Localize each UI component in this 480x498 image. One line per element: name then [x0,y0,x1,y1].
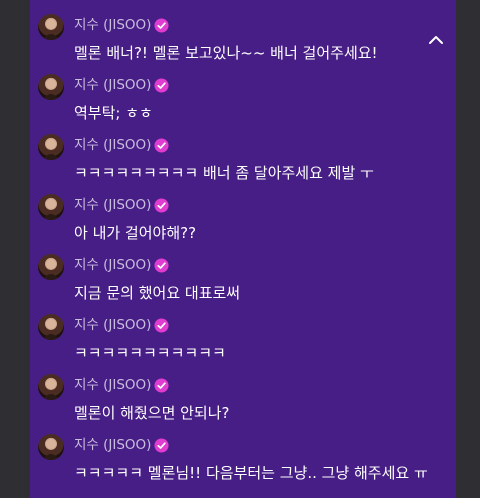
message-text: 지금 문의 했어요 대표로써 [74,284,241,302]
chat-message: 지수 (JISOO) 지금 문의 했어요 대표로써 [38,254,446,302]
author-name: 지수 (JISOO) [74,17,152,33]
verified-badge-icon [154,257,169,273]
message-text: 아 내가 걸어야해?? [74,224,197,242]
message-text: ㅋㅋㅋㅋㅋㅋㅋㅋㅋㅋㅋ [74,344,226,362]
verified-badge-icon [154,317,169,333]
verified-badge-icon [154,77,169,93]
verified-badge-icon [154,437,169,453]
author-row: 지수 (JISOO) [74,77,169,93]
avatar[interactable] [38,74,64,100]
verified-badge-icon [154,197,169,213]
author-row: 지수 (JISOO) [74,257,169,273]
message-text: ㅋㅋㅋㅋㅋㅋㅋㅋㅋ 배너 좀 달아주세요 제발 ㅜ [74,164,374,182]
chat-panel: 지수 (JISOO) 멜론 배너?! 멜론 보고있나~~ 배너 걸어주세요! 지… [30,0,456,498]
avatar[interactable] [38,14,64,40]
message-text: 멜론이 해줬으면 안되나? [74,404,230,422]
chat-message: 지수 (JISOO) 아 내가 걸어야해?? [38,194,446,242]
author-row: 지수 (JISOO) [74,197,169,213]
author-name: 지수 (JISOO) [74,77,152,93]
author-name: 지수 (JISOO) [74,317,152,333]
avatar[interactable] [38,194,64,220]
avatar[interactable] [38,254,64,280]
verified-badge-icon [154,17,169,33]
chat-message: 지수 (JISOO) 역부탁; ㅎㅎ [38,74,446,122]
message-text: 멜론 배너?! 멜론 보고있나~~ 배너 걸어주세요! [74,44,378,62]
author-name: 지수 (JISOO) [74,257,152,273]
avatar[interactable] [38,434,64,460]
author-name: 지수 (JISOO) [74,377,152,393]
author-row: 지수 (JISOO) [74,17,169,33]
chat-message: 지수 (JISOO) ㅋㅋㅋㅋㅋㅋㅋㅋㅋ 배너 좀 달아주세요 제발 ㅜ [38,134,446,182]
author-row: 지수 (JISOO) [74,437,169,453]
author-row: 지수 (JISOO) [74,377,169,393]
avatar[interactable] [38,314,64,340]
chat-message: 지수 (JISOO) ㅋㅋㅋㅋㅋㅋㅋㅋㅋㅋㅋ [38,314,446,362]
avatar[interactable] [38,374,64,400]
author-name: 지수 (JISOO) [74,197,152,213]
verified-badge-icon [154,377,169,393]
author-name: 지수 (JISOO) [74,137,152,153]
chat-message: 지수 (JISOO) ㅋㅋㅋㅋㅋ 멜론님!! 다음부터는 그냥.. 그냥 해주세… [38,434,446,498]
chat-message: 지수 (JISOO) 멜론이 해줬으면 안되나? [38,374,446,422]
message-text: 역부탁; ㅎㅎ [74,104,153,122]
chat-message: 지수 (JISOO) 멜론 배너?! 멜론 보고있나~~ 배너 걸어주세요! [38,14,446,62]
author-row: 지수 (JISOO) [74,317,169,333]
message-text: ㅋㅋㅋㅋㅋ 멜론님!! 다음부터는 그냥.. 그냥 해주세요 ㅠ [74,464,428,482]
verified-badge-icon [154,137,169,153]
avatar[interactable] [38,134,64,160]
author-name: 지수 (JISOO) [74,437,152,453]
author-row: 지수 (JISOO) [74,137,169,153]
